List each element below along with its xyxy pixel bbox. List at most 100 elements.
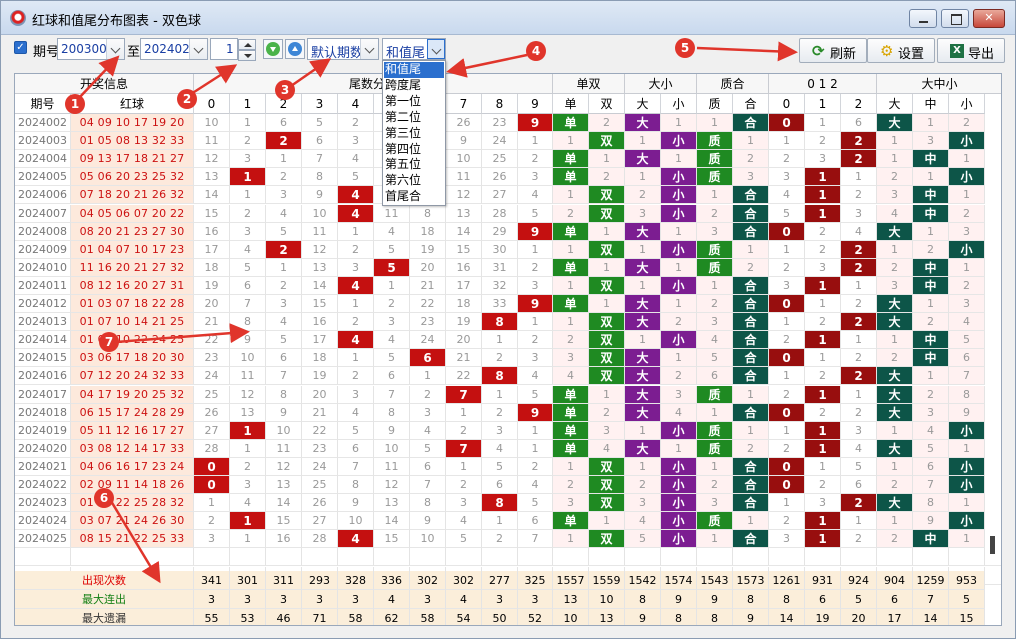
tail-miss-cell: 15: [446, 240, 482, 259]
tail-miss-cell: 4: [518, 186, 553, 205]
attr-miss-cell: 1: [553, 276, 589, 295]
attr-miss-cell: 3: [733, 168, 769, 187]
tail-hit-cell: 6: [410, 349, 446, 368]
period-checkbox[interactable]: ✓: [14, 41, 27, 54]
group-header-draw: 开奖信息: [15, 74, 194, 94]
attr-miss-cell: 4: [589, 439, 625, 458]
menu-item-4[interactable]: 第三位: [384, 126, 444, 142]
attr-hit-cell: 单: [553, 258, 589, 277]
mode-select[interactable]: 和值尾: [382, 38, 446, 61]
mod3-hit-cell: 2: [841, 494, 877, 513]
bms-miss-cell: 1: [949, 150, 985, 169]
bms-miss-cell: 1: [913, 114, 949, 133]
attr-hit-cell: 大: [625, 295, 661, 314]
spin-down-button[interactable]: [238, 50, 256, 61]
tail-hit-cell: 0: [194, 457, 230, 476]
menu-item-8[interactable]: 首尾合: [384, 189, 444, 205]
chevron-down-icon[interactable]: [189, 39, 207, 59]
menu-item-0[interactable]: 和值尾: [384, 62, 444, 78]
bms-miss-cell: 6: [949, 349, 985, 368]
attr-hit-cell: 质: [697, 240, 733, 259]
empty-cell: [266, 548, 302, 567]
menu-item-7[interactable]: 第六位: [384, 173, 444, 189]
stat-value: 1573: [733, 571, 769, 590]
close-button[interactable]: [973, 9, 1005, 28]
tail-hit-cell: 9: [518, 114, 553, 133]
attr-hit-cell: 小: [661, 240, 697, 259]
tail-miss-cell: 11: [230, 367, 266, 386]
attr-miss-cell: 2: [589, 403, 625, 422]
refresh-button[interactable]: ⟳ 刷新: [799, 38, 867, 63]
tail-miss-cell: 12: [194, 150, 230, 169]
step-input[interactable]: 1: [210, 38, 238, 60]
bms-miss-cell: 1: [949, 258, 985, 277]
menu-item-3[interactable]: 第二位: [384, 110, 444, 126]
menu-item-1[interactable]: 跨度尾: [384, 78, 444, 94]
tail-miss-cell: 2: [338, 313, 374, 332]
chevron-down-icon[interactable]: [360, 39, 378, 59]
preset-select[interactable]: 默认期数: [307, 38, 379, 61]
tail-miss-cell: 9: [230, 331, 266, 350]
tail-hit-cell: 2: [266, 132, 302, 151]
minimize-button[interactable]: [909, 9, 937, 28]
scrollbar-thumb[interactable]: [990, 536, 995, 554]
mod3-hit-cell: 1: [805, 186, 841, 205]
menu-item-2[interactable]: 第一位: [384, 94, 444, 110]
stat-value: 277: [482, 571, 518, 590]
tail-hit-cell: 1: [230, 512, 266, 531]
bms-miss-cell: 2: [949, 204, 985, 223]
chevron-down-icon[interactable]: [106, 39, 124, 59]
tail-miss-cell: 7: [518, 530, 553, 549]
tail-miss-cell: 6: [482, 476, 518, 495]
settings-button[interactable]: ⚙ 设置: [867, 38, 935, 63]
export-button[interactable]: X 导出: [937, 38, 1005, 63]
red-balls-cell: 09 13 17 18 21 27: [71, 150, 194, 169]
mod3-miss-cell: 4: [841, 439, 877, 458]
maximize-button[interactable]: [941, 9, 969, 28]
column-header-digits-0: 0: [194, 94, 230, 114]
stat-value: 336: [374, 571, 410, 590]
mod3-hit-cell: 2: [841, 313, 877, 332]
chevron-down-icon[interactable]: [427, 39, 445, 59]
bms-hit-cell: 中: [913, 258, 949, 277]
preset-value: 默认期数: [311, 46, 364, 61]
mod3-miss-cell: 1: [769, 132, 805, 151]
attr-miss-cell: 2: [553, 331, 589, 350]
tail-miss-cell: 15: [374, 530, 410, 549]
tail-miss-cell: 1: [446, 403, 482, 422]
bms-hit-cell: 中: [913, 204, 949, 223]
mod3-hit-cell: 1: [805, 168, 841, 187]
period-from-select[interactable]: 2003001: [57, 38, 125, 60]
spin-up-button[interactable]: [238, 39, 256, 50]
empty-cell: [15, 548, 71, 567]
attr-miss-cell: 2: [697, 204, 733, 223]
mod3-hit-cell: 1: [805, 385, 841, 404]
tail-miss-cell: 3: [338, 132, 374, 151]
prev-period-button[interactable]: [263, 39, 283, 59]
tail-miss-cell: 18: [446, 295, 482, 314]
attr-hit-cell: 大: [625, 222, 661, 241]
column-header-primecomp-1: 合: [733, 94, 769, 114]
stat-value: 13: [553, 590, 589, 609]
period-cell: 2024006: [15, 186, 71, 205]
stat-value: 10: [589, 590, 625, 609]
period-to-select[interactable]: 2024025: [140, 38, 208, 60]
stat-value: 3: [302, 590, 338, 609]
tail-miss-cell: 6: [410, 457, 446, 476]
title-bar: 红球和值尾分布图表 - 双色球: [1, 1, 1015, 35]
red-balls-cell: 03 08 12 14 17 33: [71, 439, 194, 458]
next-period-button[interactable]: [285, 39, 305, 59]
period-cell: 2024002: [15, 114, 71, 133]
mod3-hit-cell: 1: [805, 421, 841, 440]
attr-hit-cell: 大: [625, 258, 661, 277]
tail-miss-cell: 2: [518, 258, 553, 277]
menu-item-6[interactable]: 第五位: [384, 157, 444, 173]
tail-miss-cell: 1: [230, 530, 266, 549]
tail-miss-cell: 11: [194, 132, 230, 151]
attr-hit-cell: 合: [733, 457, 769, 476]
attr-miss-cell: 3: [697, 222, 733, 241]
stat-value: 302: [446, 571, 482, 590]
attr-hit-cell: 大: [625, 313, 661, 332]
stat-value: 311: [266, 571, 302, 590]
menu-item-5[interactable]: 第四位: [384, 142, 444, 158]
